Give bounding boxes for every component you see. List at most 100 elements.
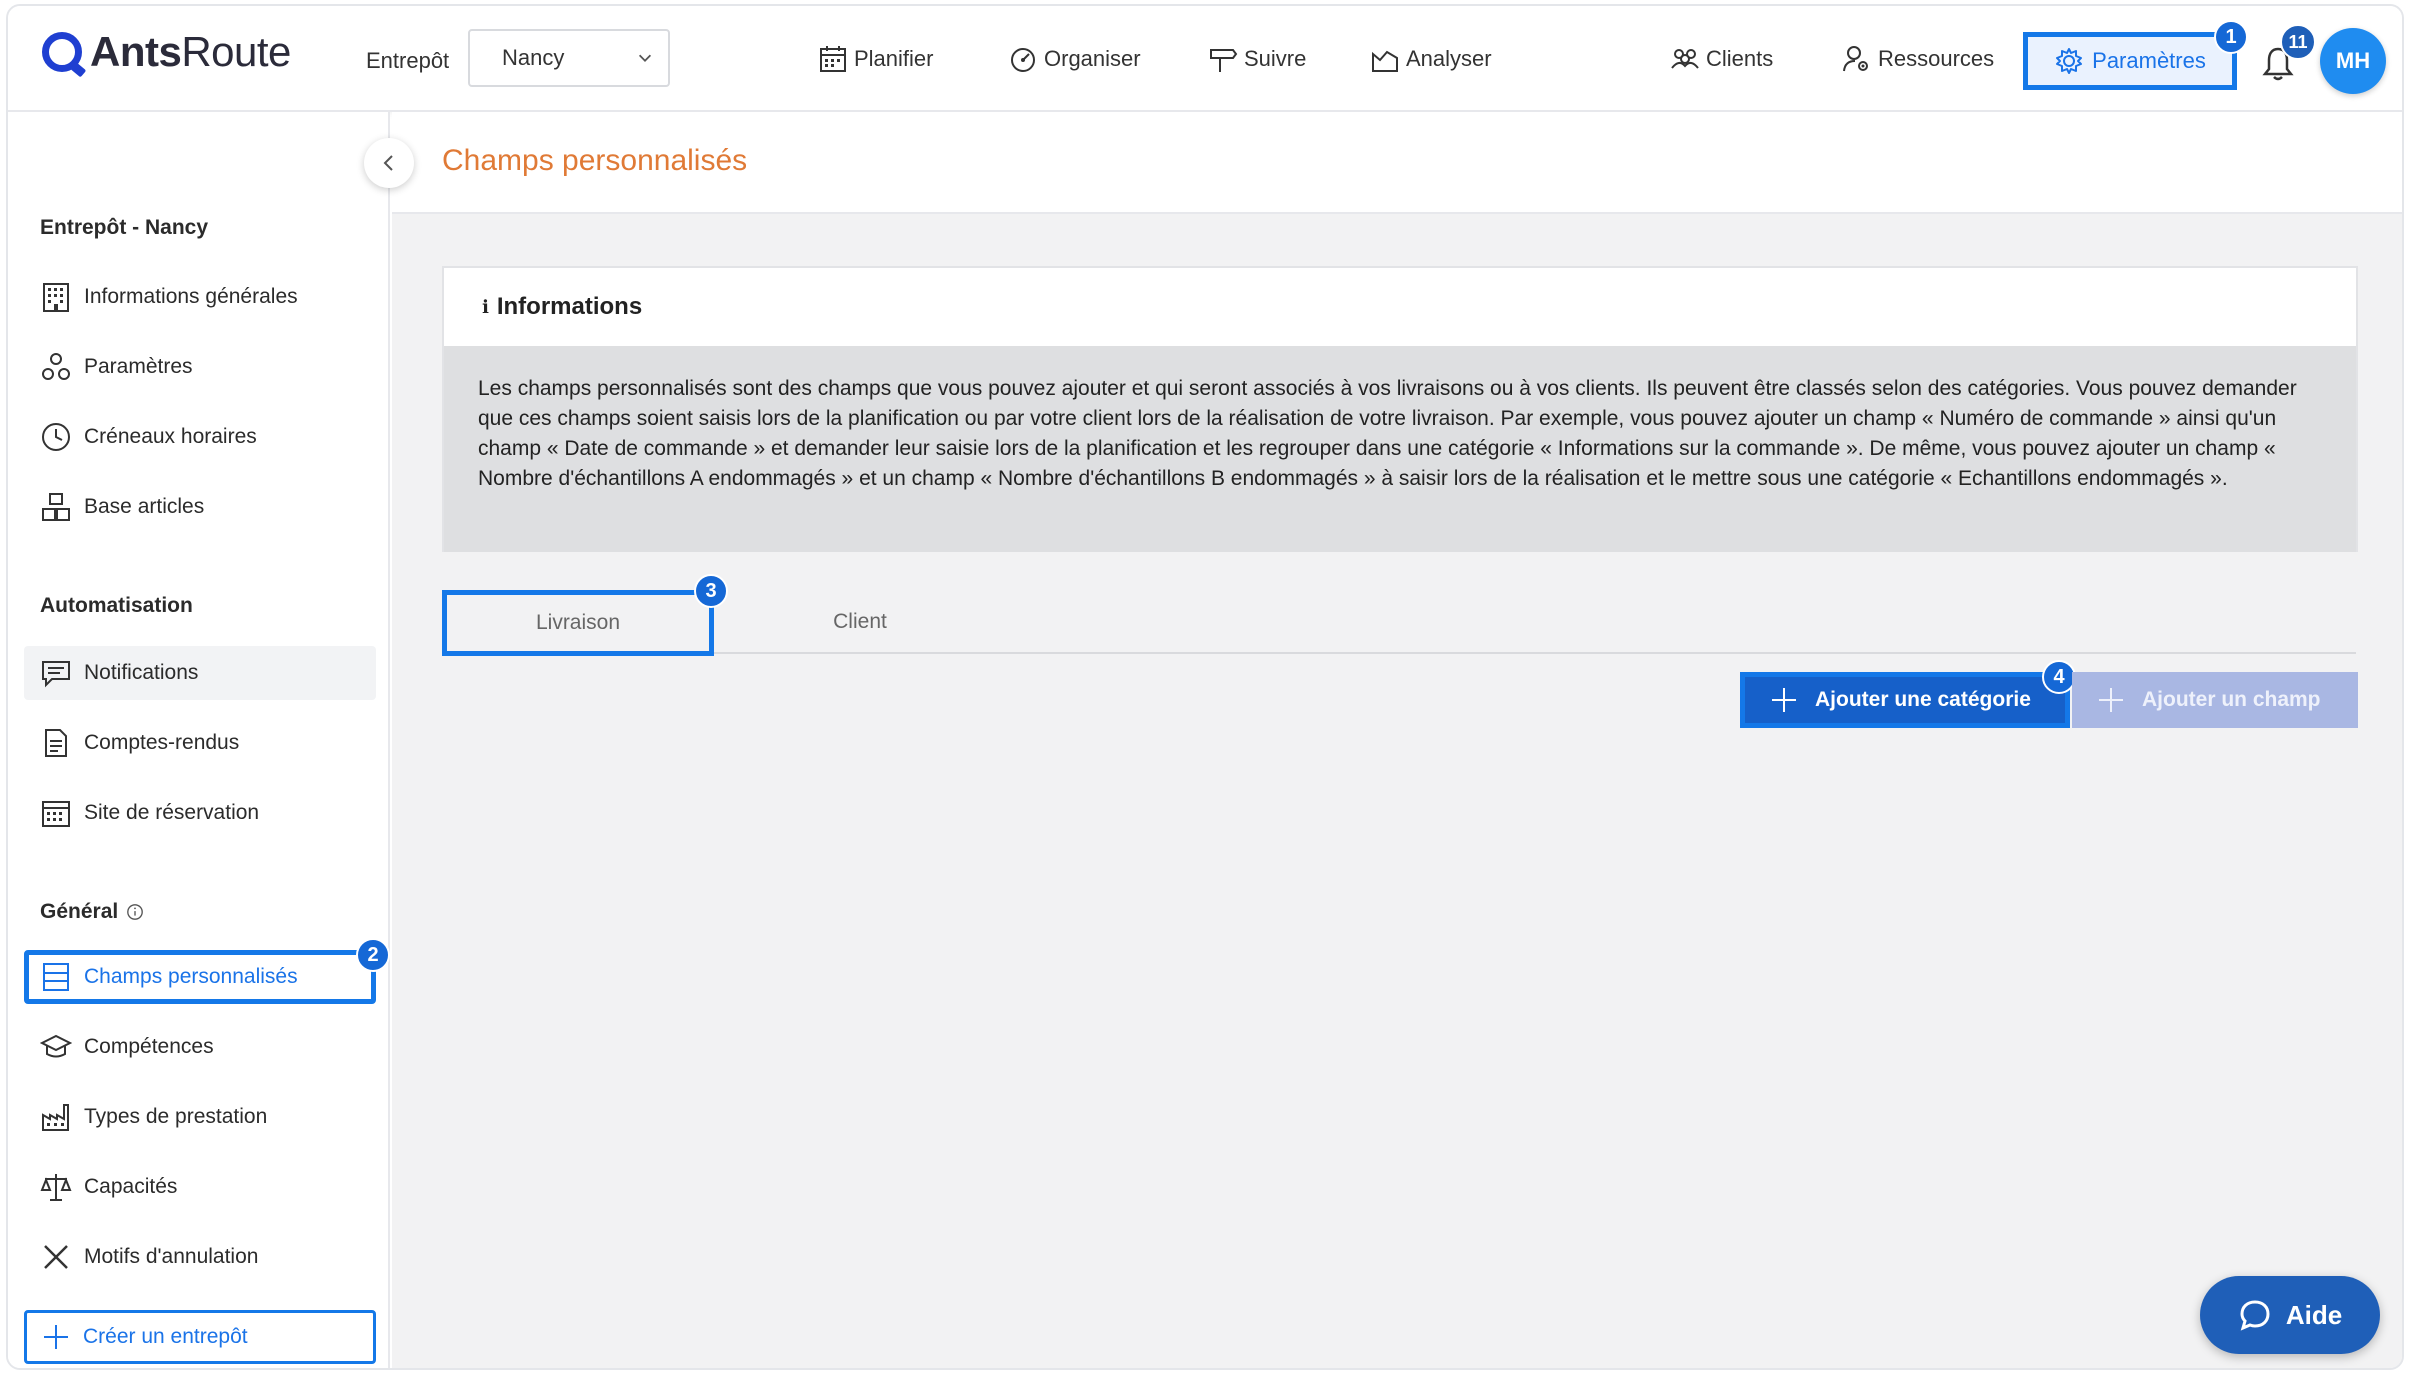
- sidebar-item-label: Créneaux horaires: [84, 425, 257, 448]
- sidebar-item-label: Compétences: [84, 1035, 214, 1058]
- sidebar-item-label: Notifications: [84, 661, 199, 684]
- sidebar-collapse-button[interactable]: [364, 138, 414, 188]
- sidebar-item-informations[interactable]: Informations générales: [24, 270, 376, 324]
- sidebar-item-label: Base articles: [84, 495, 205, 518]
- nav-planifier[interactable]: Planifier: [818, 44, 933, 74]
- app-window: AntsRoute Entrepôt Nancy Planifier Organ…: [6, 4, 2404, 1370]
- sidebar-section-warehouse: Entrepôt - Nancy: [40, 216, 209, 239]
- sidebar-item-label: Capacités: [84, 1175, 178, 1198]
- sidebar-item-label: Site de réservation: [84, 801, 260, 824]
- nav-suivre[interactable]: Suivre: [1208, 44, 1306, 74]
- notification-count-badge: 11: [2280, 24, 2316, 60]
- scale-icon: [40, 1174, 72, 1201]
- info-card-text: Les champs personnalisés sont des champs…: [444, 346, 2356, 552]
- step-badge-3: 3: [694, 574, 728, 608]
- chevron-down-icon: [638, 54, 652, 62]
- page-header: Champs personnalisés: [392, 112, 2402, 214]
- sidebar-item-label: Informations générales: [84, 285, 298, 308]
- nav-ressources[interactable]: Ressources: [1842, 44, 1994, 74]
- step-badge-4: 4: [2042, 660, 2076, 694]
- info-card-title: Informations: [496, 293, 643, 320]
- close-icon: [44, 1245, 68, 1269]
- sidebar-item-reservation[interactable]: Site de réservation: [24, 786, 376, 840]
- sidebar-item-notifications[interactable]: Notifications: [24, 646, 376, 700]
- plus-icon: [1772, 688, 1796, 712]
- user-avatar[interactable]: MH: [2320, 28, 2386, 94]
- help-label: Aide: [2285, 1299, 2343, 1330]
- sidebar-item-label: Types de prestation: [84, 1105, 268, 1128]
- chevron-left-icon: [383, 155, 393, 171]
- info-icon[interactable]: [126, 903, 144, 921]
- plus-icon: [44, 1325, 68, 1349]
- warehouse-select[interactable]: Nancy: [468, 29, 670, 87]
- chart-icon: [1372, 50, 1398, 72]
- nav-clients[interactable]: Clients: [1670, 44, 1773, 74]
- page-title: Champs personnalisés: [442, 144, 748, 177]
- speedometer-icon: [1011, 48, 1035, 72]
- info-card-header: ℹ Informations: [444, 268, 2356, 346]
- sidebar-section-automation: Automatisation: [40, 594, 193, 617]
- sidebar: Entrepôt - Nancy Informations générales …: [8, 112, 414, 1368]
- nav-organiser-label: Organiser: [1044, 46, 1141, 71]
- sidebar-item-articles[interactable]: Base articles: [24, 480, 376, 534]
- logo-icon: [42, 32, 82, 72]
- sidebar-item-prestations[interactable]: Types de prestation: [24, 1090, 376, 1144]
- warehouse-select-value: Nancy: [502, 45, 565, 70]
- step-badge-2: 2: [356, 938, 390, 972]
- nav-organiser[interactable]: Organiser: [1008, 44, 1141, 74]
- info-icon: ℹ: [482, 296, 489, 317]
- help-button[interactable]: Aide: [2200, 1276, 2380, 1354]
- nav-planifier-label: Planifier: [854, 46, 934, 71]
- category-tabs: Livraison 3 Client: [442, 574, 2356, 656]
- signpost-icon: [1210, 49, 1238, 72]
- sidebar-item-champs-personnalises[interactable]: Champs personnalisés: [24, 950, 376, 1004]
- top-bar: AntsRoute Entrepôt Nancy Planifier Organ…: [8, 6, 2402, 112]
- sidebar-item-label: Comptes-rendus: [84, 731, 240, 754]
- nav-analyser[interactable]: Analyser: [1370, 44, 1492, 74]
- sidebar-item-competences[interactable]: Compétences: [24, 1020, 376, 1074]
- add-category-button[interactable]: Ajouter une catégorie: [1740, 672, 2070, 728]
- create-warehouse-button[interactable]: Créer un entrepôt: [24, 1310, 376, 1364]
- message-icon: [42, 661, 70, 688]
- tab-livraison[interactable]: Livraison: [442, 590, 714, 656]
- user-gear-icon: [1843, 46, 1868, 72]
- sidebar-section-general: Général: [40, 900, 144, 924]
- info-card: ℹ Informations Les champs personnalisés …: [442, 266, 2358, 552]
- sidebar-item-label: Paramètres: [84, 355, 193, 378]
- plus-icon: [2099, 688, 2123, 712]
- table-rows-icon: [43, 963, 69, 991]
- calendar-icon: [820, 46, 846, 72]
- document-icon: [45, 729, 67, 757]
- tab-client[interactable]: Client: [762, 590, 958, 654]
- add-field-button[interactable]: Ajouter un champ: [2072, 672, 2358, 728]
- sidebar-item-creneaux[interactable]: Créneaux horaires: [24, 410, 376, 464]
- sidebar-item-motifs[interactable]: Motifs d'annulation: [24, 1230, 376, 1284]
- chat-bubble-icon: [2240, 1300, 2270, 1331]
- users-icon: [1671, 49, 1699, 69]
- main-content: Champs personnalisés ℹ Informations Les …: [392, 112, 2402, 1368]
- nav-analyser-label: Analyser: [1406, 46, 1492, 71]
- sidebar-item-capacites[interactable]: Capacités: [24, 1160, 376, 1214]
- sidebar-section-general-label: Général: [40, 900, 119, 923]
- factory-icon: [42, 1104, 69, 1131]
- create-warehouse-label: Créer un entrepôt: [83, 1325, 248, 1348]
- step-badge-1: 1: [2214, 20, 2248, 54]
- nodes-icon: [42, 353, 70, 380]
- sidebar-item-comptes-rendus[interactable]: Comptes-rendus: [24, 716, 376, 770]
- logo-text: AntsRoute: [90, 28, 291, 75]
- nav-ressources-label: Ressources: [1878, 46, 1995, 71]
- add-field-label: Ajouter un champ: [2142, 688, 2321, 711]
- calendar-icon: [42, 801, 70, 827]
- add-category-label: Ajouter une catégorie: [1815, 688, 2031, 711]
- clock-icon: [42, 423, 70, 451]
- nav-suivre-label: Suivre: [1244, 46, 1307, 71]
- antsroute-logo[interactable]: AntsRoute: [42, 28, 291, 76]
- sidebar-item-label: Champs personnalisés: [84, 965, 298, 988]
- building-icon: [43, 283, 69, 312]
- nav-parametres[interactable]: Paramètres: [2023, 32, 2237, 90]
- warehouse-label: Entrepôt: [366, 48, 450, 73]
- nav-parametres-label: Paramètres: [2092, 48, 2206, 73]
- sidebar-item-parametres[interactable]: Paramètres: [24, 340, 376, 394]
- sidebar-item-label: Motifs d'annulation: [84, 1245, 259, 1268]
- graduation-cap-icon: [40, 1034, 72, 1058]
